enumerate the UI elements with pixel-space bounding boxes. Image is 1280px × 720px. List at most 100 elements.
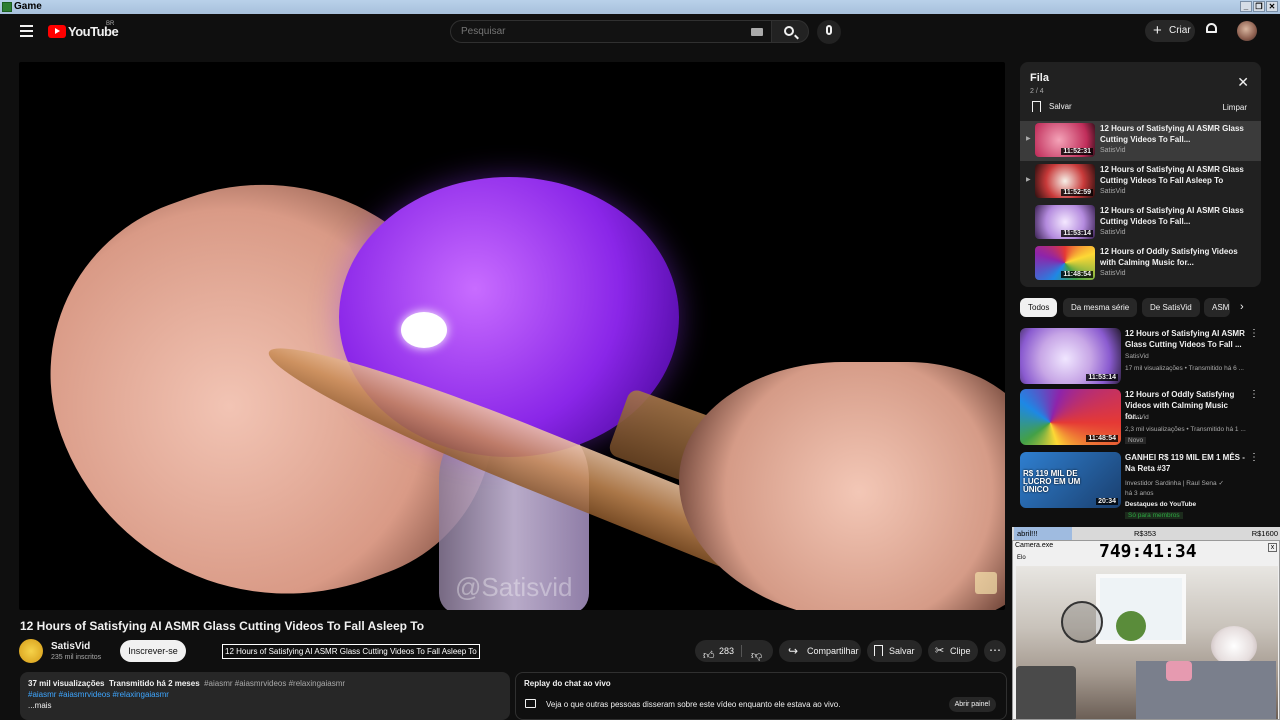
chat-replay-description: Veja o que outras pessoas disseram sobre… (546, 700, 841, 709)
recommendation-source: Destaques do YouTube (1125, 501, 1197, 508)
recommendation-channel[interactable]: Investidor Sardinha | Raul Sena ✓ (1125, 479, 1224, 487)
share-button[interactable]: ↪ Compartilhar (779, 640, 861, 662)
recommendation-item[interactable]: 11:53:14 12 Hours of Satisfying AI ASMR … (1020, 328, 1261, 384)
more-actions-button[interactable]: ⋯ (984, 640, 1006, 662)
chip-from-channel[interactable]: De SatisVid (1142, 298, 1200, 317)
inline-tags[interactable]: #aiasmr #aiasmrvideos #relaxingaiasmr (204, 679, 345, 688)
queue-item[interactable]: ▶ 11:52:31 12 Hours of Satisfying AI ASM… (1020, 121, 1261, 161)
queue-clear-button[interactable]: Limpar (1223, 103, 1247, 112)
video-player[interactable]: @Satisvid (19, 62, 1005, 610)
chat-replay-title: Replay do chat ao vivo (524, 679, 611, 688)
window-controls: _ ❐ ✕ (1240, 1, 1278, 12)
subscribe-button[interactable]: Inscrever-se (120, 640, 186, 662)
recommendation-meta: 2,3 mil visualizações • Transmitido há 1… (1125, 426, 1246, 433)
cam-plant (1116, 611, 1146, 641)
cam-fan (1061, 601, 1103, 643)
country-code: BR (106, 21, 115, 27)
queue-item[interactable]: ▶ 11:52:59 12 Hours of Satisfying AI ASM… (1020, 162, 1261, 202)
thumbnail-caption: R$ 119 MIL DE LUCRO EM UM ÚNICO (1023, 469, 1081, 494)
maximize-button[interactable]: ❐ (1253, 1, 1265, 12)
create-button[interactable]: + Criar (1145, 20, 1195, 42)
description-box[interactable]: 37 mil visualizações Transmitido há 2 me… (20, 672, 510, 720)
youtube-play-icon (48, 25, 66, 38)
recommendation-channel[interactable]: SatisVid (1125, 414, 1149, 421)
channel-watermark-icon[interactable] (975, 572, 997, 594)
chip-asmr[interactable]: ASMR (1204, 298, 1230, 317)
stream-date: Transmitido há 2 meses (108, 679, 200, 688)
more-dots-icon: ⋯ (989, 643, 1001, 657)
queue-thumbnail: 11:52:59 (1035, 164, 1095, 198)
dislike-icon[interactable]: 👎︎ (751, 645, 762, 667)
hashtags[interactable]: #aiasmr #aiasmrvideos #relaxingaiasmr (28, 689, 502, 700)
queue-duration: 11:52:59 (1061, 189, 1093, 196)
keyboard-icon[interactable] (751, 28, 763, 36)
bookmark-icon (874, 645, 883, 656)
queue-duration: 11:48:54 (1061, 271, 1093, 278)
recommendation-channel[interactable]: SatisVid (1125, 353, 1149, 360)
plus-icon: + (1153, 22, 1162, 39)
chevron-right-icon[interactable]: › (1240, 301, 1244, 313)
camera-window-title: Camera.exe (1015, 542, 1054, 549)
subscriber-count: 235 mil inscritos (51, 654, 102, 661)
more-vert-icon[interactable]: ⋮ (1249, 389, 1259, 400)
video-frame-hand-right (679, 362, 1005, 610)
recommendation-duration: 20:34 (1096, 498, 1118, 505)
recommendation-title: GANHEI R$ 119 MIL EM 1 MÊS - Na Reta #37 (1125, 453, 1245, 473)
recommendation-thumbnail: 11:48:54 (1020, 389, 1121, 445)
channel-avatar[interactable] (19, 639, 43, 663)
like-icon[interactable]: 👍︎ (703, 645, 715, 667)
queue-position: 2 / 4 (1030, 88, 1044, 95)
more-vert-icon[interactable]: ⋮ (1249, 452, 1259, 463)
video-frame-highlight (401, 312, 447, 348)
voice-search-button[interactable] (817, 20, 841, 44)
recommendation-thumbnail: R$ 119 MIL DE LUCRO EM UM ÚNICO 20:34 (1020, 452, 1121, 508)
more-vert-icon[interactable]: ⋮ (1249, 328, 1259, 339)
queue-save-button[interactable]: Salvar (1032, 101, 1072, 112)
youtube-logo[interactable]: YouTube BR (48, 21, 119, 39)
clip-button[interactable]: ✂ Clipe (928, 640, 978, 662)
cam-lamp (1211, 626, 1257, 666)
window-title: Game (14, 1, 42, 12)
play-indicator-icon: ▶ (1026, 136, 1031, 142)
like-count[interactable]: 283 (719, 640, 734, 662)
channel-name[interactable]: SatisVid (51, 641, 90, 652)
queue-item[interactable]: 11:48:54 12 Hours of Oddly Satisfying Vi… (1020, 244, 1261, 284)
app-icon (2, 2, 12, 12)
save-label: Salvar (889, 646, 915, 656)
search-input[interactable] (451, 21, 731, 42)
recommendation-meta: há 3 anos (1125, 490, 1154, 497)
chip-same-series[interactable]: Da mesma série (1063, 298, 1138, 317)
share-label: Compartilhar (807, 646, 859, 656)
search-button[interactable] (771, 20, 809, 43)
queue-save-label: Salvar (1049, 102, 1072, 111)
chip-all[interactable]: Todos (1020, 298, 1058, 317)
close-window-button[interactable]: ✕ (1266, 1, 1278, 12)
cam-table (1136, 661, 1276, 719)
cam-pink-object (1166, 661, 1192, 681)
notifications-bell-icon[interactable] (1205, 23, 1218, 37)
save-button[interactable]: Salvar (867, 640, 922, 662)
close-icon[interactable]: x (1268, 543, 1277, 552)
title-tooltip: 12 Hours of Satisfying AI ASMR Glass Cut… (222, 644, 480, 659)
queue-item-title: 12 Hours of Satisfying AI ASMR Glass Cut… (1100, 124, 1244, 144)
close-icon[interactable]: ✕ (1237, 74, 1249, 91)
view-count: 37 mil visualizações (28, 679, 105, 688)
status-amount: R$353 (1134, 529, 1157, 538)
menu-icon[interactable] (20, 25, 33, 37)
minimize-button[interactable]: _ (1240, 1, 1252, 12)
camera-label: Elo (1017, 555, 1026, 561)
recommendation-item[interactable]: 11:48:54 12 Hours of Oddly Satisfying Vi… (1020, 389, 1261, 445)
new-badge: Novo (1125, 437, 1147, 444)
account-avatar[interactable] (1237, 21, 1257, 41)
like-dislike-group: 👍︎ 283 👎︎ (695, 640, 773, 662)
queue-thumbnail: 11:53:14 (1035, 205, 1095, 239)
microphone-icon (826, 25, 832, 35)
queue-item-title: 12 Hours of Satisfying AI ASMR Glass Cut… (1100, 165, 1244, 185)
recommendation-item[interactable]: R$ 119 MIL DE LUCRO EM UM ÚNICO 20:34 GA… (1020, 452, 1261, 519)
drag-handle-icon[interactable]: ▶ (1026, 176, 1031, 183)
queue-item[interactable]: 11:53:14 12 Hours of Satisfying AI ASMR … (1020, 203, 1261, 243)
recommendation-duration: 11:53:14 (1086, 374, 1118, 381)
search-box (450, 20, 772, 43)
open-panel-button[interactable]: Abrir painel (948, 697, 996, 712)
show-more-link[interactable]: ...mais (28, 700, 502, 711)
